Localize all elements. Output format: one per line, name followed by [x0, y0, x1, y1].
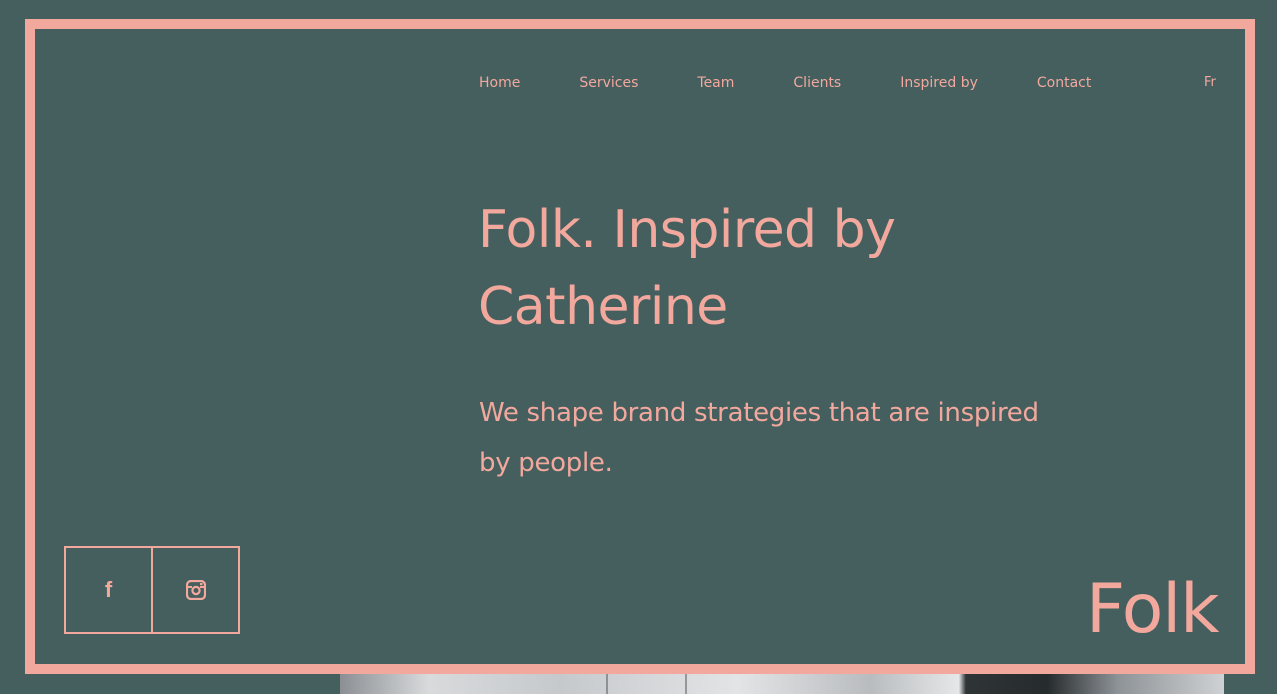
brand-logo[interactable]: Folk	[1086, 576, 1220, 644]
nav-team[interactable]: Team	[697, 75, 734, 91]
nav-contact[interactable]: Contact	[1037, 75, 1091, 91]
nav-inspired-by[interactable]: Inspired by	[900, 75, 978, 91]
social-links: f	[64, 546, 240, 634]
instagram-icon	[185, 580, 206, 600]
photo-detail	[606, 672, 608, 694]
hero-subtitle-line1: We shape brand strategies that are inspi…	[479, 398, 1039, 428]
nav-home[interactable]: Home	[479, 75, 520, 91]
page: Home Services Team Clients Inspired by C…	[0, 0, 1277, 694]
facebook-icon: f	[104, 577, 113, 602]
hero-photo	[340, 672, 1224, 694]
main-nav: Home Services Team Clients Inspired by C…	[479, 75, 1150, 91]
hero-title: Folk. Inspired by Catherine	[478, 192, 1038, 346]
hero-title-line2: Catherine	[478, 277, 728, 337]
facebook-link[interactable]: f	[66, 548, 151, 632]
hero-title-line1: Folk. Inspired by	[478, 200, 896, 260]
nav-clients[interactable]: Clients	[793, 75, 841, 91]
nav-services[interactable]: Services	[579, 75, 638, 91]
instagram-link[interactable]	[151, 548, 238, 632]
language-toggle[interactable]: Fr	[1204, 75, 1216, 90]
photo-detail	[685, 672, 687, 694]
hero-subtitle-line2: by people.	[479, 448, 613, 478]
hero-subtitle: We shape brand strategies that are inspi…	[479, 388, 1069, 488]
